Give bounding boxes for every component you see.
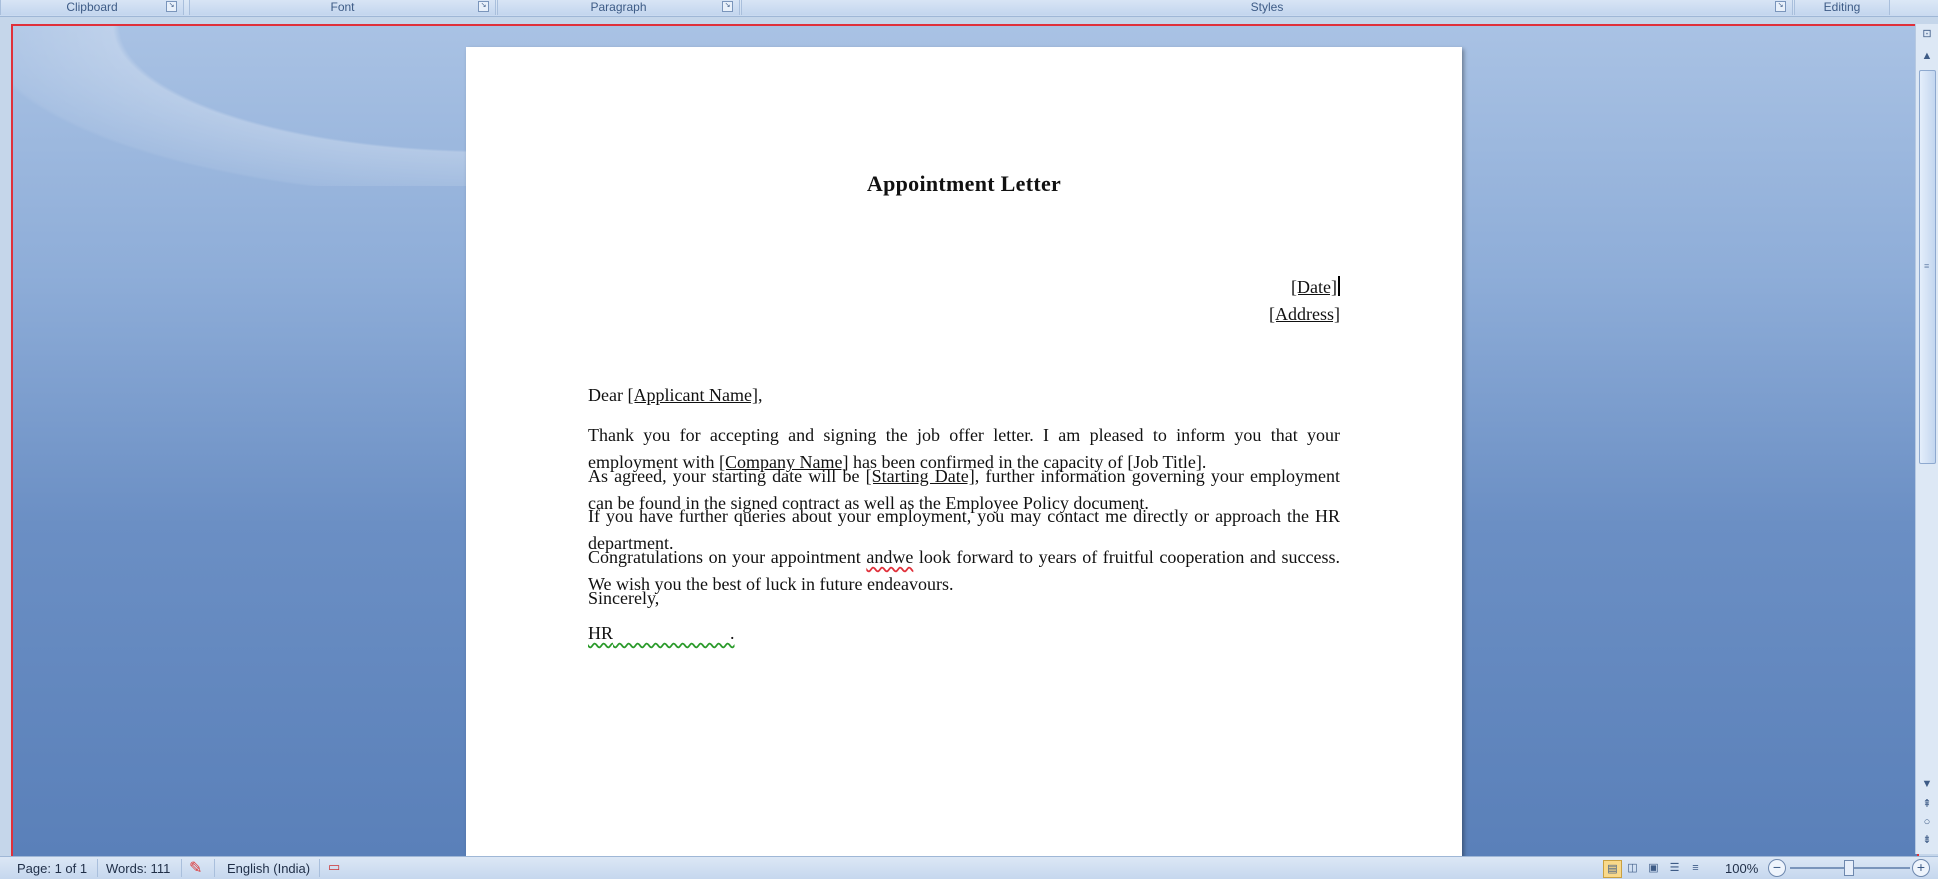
closing-text: Sincerely, <box>588 588 660 608</box>
divider <box>97 859 98 877</box>
starting-date-placeholder[interactable]: [Starting Date] <box>866 466 975 486</box>
signature-text[interactable]: HR . <box>588 623 735 643</box>
background-swoosh <box>13 26 493 186</box>
full-screen-reading-icon[interactable]: ◫ <box>1624 860 1641 876</box>
macro-record-icon[interactable]: ▭ <box>328 859 340 875</box>
scroll-down-icon[interactable]: ▼ <box>1919 776 1935 792</box>
ribbon-group-styles: Styles ↘ <box>741 0 1793 15</box>
ribbon-group-label: Styles <box>1250 0 1284 14</box>
dialog-launcher-icon[interactable]: ↘ <box>1775 1 1786 12</box>
ribbon-group-label: Clipboard <box>66 0 118 14</box>
zoom-out-icon[interactable]: − <box>1768 859 1786 877</box>
ribbon-group-clipboard: Clipboard ↘ <box>0 0 184 15</box>
spelling-error-word[interactable]: andwe <box>866 547 913 567</box>
ribbon-group-font: Font ↘ <box>189 0 496 15</box>
ribbon-group-label: Paragraph <box>590 0 647 14</box>
paragraph-text: As agreed, your starting date will be <box>588 466 866 486</box>
scroll-thumb[interactable]: ≡ <box>1919 70 1936 464</box>
zoom-slider-thumb[interactable] <box>1844 860 1854 876</box>
outline-view-icon[interactable]: ☰ <box>1666 860 1683 876</box>
salutation: Dear [Applicant Name], <box>588 382 1340 409</box>
divider <box>319 859 320 877</box>
divider <box>214 859 215 877</box>
dialog-launcher-icon[interactable]: ↘ <box>478 1 489 12</box>
signature-name: HR <box>588 623 614 643</box>
print-layout-view-icon[interactable]: ▤ <box>1603 860 1622 878</box>
text-cursor <box>1338 276 1340 296</box>
dialog-launcher-icon[interactable]: ↘ <box>722 1 733 12</box>
paragraph-text: Congratulations on your appointment <box>588 547 867 567</box>
salutation-text: Dear <box>588 385 628 405</box>
ribbon-group-strip: Clipboard ↘ Font ↘ Paragraph ↘ Styles ↘ … <box>0 0 1938 17</box>
ribbon-group-editing: Editing <box>1794 0 1890 15</box>
dialog-launcher-icon[interactable]: ↘ <box>166 1 177 12</box>
ribbon-group-paragraph: Paragraph ↘ <box>497 0 740 15</box>
closing: Sincerely, <box>588 585 1340 612</box>
scroll-up-icon[interactable]: ▲ <box>1919 48 1935 64</box>
browse-object-icon[interactable]: ○ <box>1919 814 1935 830</box>
date-line: [Date] <box>1291 276 1340 298</box>
divider <box>181 859 182 877</box>
grip-icon: ≡ <box>1924 261 1930 271</box>
previous-page-icon[interactable]: ⇞ <box>1919 796 1935 812</box>
address-line: [Address] <box>1269 304 1340 325</box>
ribbon-group-label: Font <box>330 0 355 14</box>
web-layout-icon[interactable]: ▣ <box>1645 860 1662 876</box>
word-count[interactable]: Words: 111 <box>106 861 170 876</box>
ribbon-group-label: Editing <box>1823 0 1861 14</box>
document-workspace: Appointment Letter [Date] [Address] Dear… <box>11 24 1919 858</box>
address-placeholder[interactable]: [Address] <box>1269 304 1340 324</box>
signature-period: . <box>730 623 735 643</box>
applicant-placeholder[interactable]: [Applicant Name] <box>627 385 757 405</box>
salutation-comma: , <box>757 385 763 405</box>
date-placeholder[interactable]: [Date] <box>1291 277 1337 297</box>
status-bar: Page: 1 of 1 Words: 111 ✎ English (India… <box>0 856 1938 879</box>
vertical-scrollbar[interactable]: ⊡ ▲ ≡ ▼ ⇞ ○ ⇟ <box>1915 24 1938 854</box>
zoom-level[interactable]: 100% <box>1725 861 1758 876</box>
page-count[interactable]: Page: 1 of 1 <box>17 861 87 876</box>
draft-view-icon[interactable]: ≡ <box>1687 860 1704 876</box>
document-title: Appointment Letter <box>866 171 1062 196</box>
document-page[interactable]: Appointment Letter [Date] [Address] Dear… <box>466 47 1462 856</box>
next-page-icon[interactable]: ⇟ <box>1919 832 1935 848</box>
language-indicator[interactable]: English (India) <box>227 861 310 876</box>
ruler-toggle-icon[interactable]: ⊡ <box>1919 26 1935 42</box>
signature-line: HR . <box>588 620 1340 647</box>
proofing-errors-icon[interactable]: ✎ <box>189 858 202 878</box>
zoom-in-icon[interactable]: + <box>1912 859 1930 877</box>
